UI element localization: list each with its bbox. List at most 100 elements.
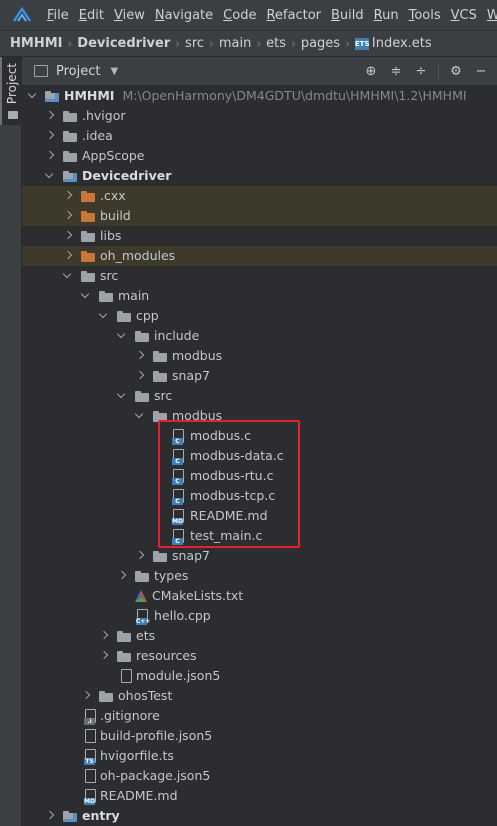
- tree-row[interactable]: TS hvigorfile.ts: [22, 746, 497, 766]
- tree-row[interactable]: ets: [22, 626, 497, 646]
- tree-row[interactable]: Devicedriver: [22, 166, 497, 186]
- project-view-icon: [34, 65, 48, 77]
- chevron-right-icon[interactable]: [45, 811, 55, 821]
- tree-row[interactable]: build: [22, 206, 497, 226]
- tree-row-label: ets: [136, 628, 156, 643]
- tree-row[interactable]: C++ hello.cpp: [22, 606, 497, 626]
- chevron-right-icon[interactable]: [99, 631, 109, 641]
- tree-row[interactable]: entry: [22, 806, 497, 826]
- tree-row-label: .idea: [82, 128, 113, 143]
- tree-row[interactable]: MD README.md: [22, 786, 497, 806]
- locate-icon[interactable]: ⊕: [363, 64, 379, 80]
- chevron-down-icon[interactable]: [28, 91, 38, 101]
- menu-edit[interactable]: Edit: [74, 0, 109, 31]
- excluded-folder-icon: [80, 211, 96, 222]
- tree-row[interactable]: .hvigor: [22, 106, 497, 126]
- chevron-down-icon[interactable]: [99, 311, 109, 321]
- chevron-down-icon[interactable]: [45, 171, 55, 181]
- tree-row-label: entry: [82, 808, 120, 823]
- expand-all-icon[interactable]: ≑: [388, 64, 404, 80]
- tree-row[interactable]: .i .gitignore: [22, 706, 497, 726]
- tree-row[interactable]: include: [22, 326, 497, 346]
- tree-row[interactable]: snap7: [22, 546, 497, 566]
- tree-row[interactable]: libs: [22, 226, 497, 246]
- tree-row[interactable]: types: [22, 566, 497, 586]
- menu-refactor[interactable]: Refactor: [261, 0, 326, 31]
- chevron-right-icon[interactable]: [135, 371, 145, 381]
- chevron-down-icon[interactable]: ▼: [110, 66, 118, 77]
- tree-row[interactable]: cpp: [22, 306, 497, 326]
- tree-row[interactable]: .cxx: [22, 186, 497, 206]
- breadcrumb-item[interactable]: Index.ets: [372, 36, 432, 51]
- tool-window-strip: Project: [0, 57, 22, 826]
- chevron-right-icon[interactable]: [45, 151, 55, 161]
- chevron-right-icon[interactable]: [81, 691, 91, 701]
- tree-row[interactable]: modbus: [22, 346, 497, 366]
- tree-row[interactable]: build-profile.json5: [22, 726, 497, 746]
- breadcrumb-item[interactable]: src: [185, 36, 204, 51]
- tree-row[interactable]: main: [22, 286, 497, 306]
- breadcrumb-item[interactable]: HMHMI: [10, 36, 62, 51]
- tree-row-label: modbus: [172, 348, 223, 363]
- chevron-down-icon[interactable]: [81, 291, 91, 301]
- tree-row-label: libs: [100, 228, 122, 243]
- chevron-right-icon[interactable]: [63, 211, 73, 221]
- tree-row[interactable]: resources: [22, 646, 497, 666]
- project-panel-title[interactable]: Project: [56, 64, 100, 79]
- chevron-right-icon[interactable]: [135, 351, 145, 361]
- chevron-down-icon[interactable]: [63, 271, 73, 281]
- tree-row[interactable]: CMakeLists.txt: [22, 586, 497, 606]
- chevron-right-icon[interactable]: [45, 131, 55, 141]
- breadcrumb-item[interactable]: Devicedriver: [77, 36, 170, 51]
- tree-row[interactable]: oh-package.json5: [22, 766, 497, 786]
- menu-code[interactable]: Code: [218, 0, 261, 31]
- folder-icon: [152, 351, 168, 362]
- gear-icon[interactable]: ⚙: [448, 64, 464, 80]
- collapse-all-icon[interactable]: ÷: [413, 64, 429, 80]
- hide-icon[interactable]: −: [473, 64, 489, 80]
- menu-view[interactable]: View: [109, 0, 150, 31]
- tree-row-label: module.json5: [136, 668, 221, 683]
- project-tool-tab[interactable]: Project: [0, 57, 22, 125]
- tree-row[interactable]: AppScope: [22, 146, 497, 166]
- chevron-right-icon[interactable]: [63, 191, 73, 201]
- app-logo-icon: [12, 6, 32, 23]
- tree-row[interactable]: snap7: [22, 366, 497, 386]
- chevron-right-icon[interactable]: [99, 651, 109, 661]
- menu-navigate[interactable]: Navigate: [150, 0, 218, 31]
- gitignore-file-icon: .i: [84, 709, 98, 725]
- panel-actions: ⊕ ≑ ÷ ⚙ −: [354, 57, 489, 86]
- chevron-down-icon[interactable]: [117, 331, 127, 341]
- tree-row[interactable]: src: [22, 266, 497, 286]
- chevron-right-icon[interactable]: [117, 571, 127, 581]
- chevron-right-icon[interactable]: [135, 551, 145, 561]
- tree-row[interactable]: .idea: [22, 126, 497, 146]
- module-folder-icon: [62, 811, 78, 822]
- chevron-right-icon[interactable]: [63, 251, 73, 261]
- breadcrumb-item[interactable]: ets: [266, 36, 286, 51]
- menu-window[interactable]: Wind: [482, 0, 497, 31]
- chevron-down-icon[interactable]: [135, 411, 145, 421]
- folder-icon: [62, 131, 78, 142]
- chevron-right-icon[interactable]: [63, 231, 73, 241]
- tree-row[interactable]: ohosTest: [22, 686, 497, 706]
- menu-build[interactable]: Build: [326, 0, 369, 31]
- tree-row-label: CMakeLists.txt: [152, 588, 244, 603]
- chevron-down-icon[interactable]: [117, 391, 127, 401]
- tree-row-root[interactable]: HMHMI M:\OpenHarmony\DM4GDTU\dmdtu\HMHMI\…: [22, 86, 497, 106]
- chevron-right-icon[interactable]: [45, 111, 55, 121]
- breadcrumb-item[interactable]: main: [219, 36, 251, 51]
- tree-row-label: oh-package.json5: [100, 768, 211, 783]
- menu-run[interactable]: Run: [369, 0, 404, 31]
- menu-vcs[interactable]: VCS: [446, 0, 482, 31]
- root-project-name: HMHMI: [64, 88, 115, 103]
- menu-file[interactable]: File: [42, 0, 74, 31]
- tree-row[interactable]: oh_modules: [22, 246, 497, 266]
- tree-row-label: src: [154, 388, 173, 403]
- tree-row[interactable]: src: [22, 386, 497, 406]
- tree-row[interactable]: module.json5: [22, 666, 497, 686]
- json-file-icon: [120, 669, 134, 685]
- menu-tools[interactable]: Tools: [404, 0, 446, 31]
- folder-icon: [152, 371, 168, 382]
- breadcrumb-item[interactable]: pages: [301, 36, 340, 51]
